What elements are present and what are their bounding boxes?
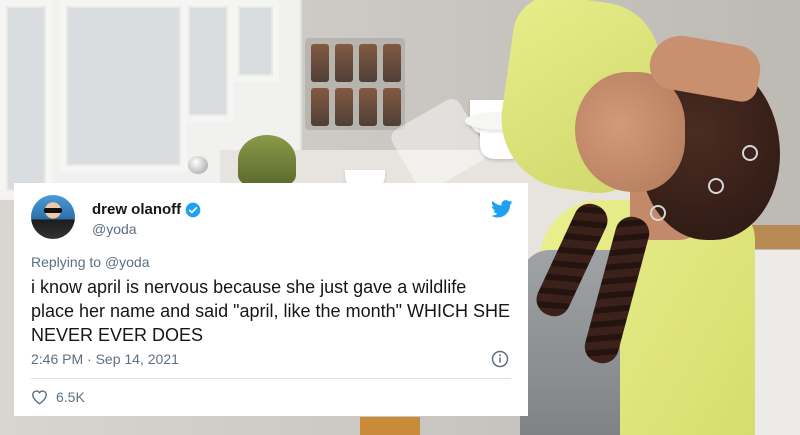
spice-jar [383,44,401,82]
earring [742,145,758,161]
spice-jar [311,44,329,82]
verified-badge-icon [185,202,201,217]
tweet-time[interactable]: 2:46 PM [31,351,83,367]
cabinet-panel [232,0,279,82]
spice-jar [359,44,377,82]
spice-jar [383,88,401,126]
tweet-timestamp[interactable]: 2:46 PM · Sep 14, 2021 [31,351,179,367]
avatar[interactable] [31,195,75,239]
spice-jar [335,44,353,82]
spice-rack [305,38,405,130]
tweet-text: i know april is nervous because she just… [31,277,510,345]
kettle [238,135,296,185]
divider [31,378,511,379]
cabinet-knob [188,156,208,174]
like-count: 6.5K [56,389,85,405]
woman-face [575,72,685,192]
cabinet-panel [0,0,52,197]
earring [650,205,666,221]
heart-icon[interactable] [31,389,48,405]
like-action[interactable]: 6.5K [31,389,85,405]
timestamp-separator: · [87,351,92,367]
info-icon[interactable] [491,350,509,368]
replying-to: Replying to @yoda [31,254,150,270]
replying-mention[interactable]: @yoda [105,254,150,270]
avatar-glasses [44,208,62,213]
twitter-bird-icon[interactable] [491,200,513,218]
spice-jar [335,88,353,126]
earring [708,178,724,194]
spice-jar [311,88,329,126]
cutting-board [360,417,420,435]
display-name-row[interactable]: drew olanoff [92,201,201,218]
cabinet-panel [182,0,234,122]
tweet-card: drew olanoff @yoda Replying to @yoda i k… [14,183,528,416]
display-name[interactable]: drew olanoff [92,201,181,218]
spice-jar [359,88,377,126]
replying-prefix: Replying to [31,254,102,270]
cabinet-panel [60,0,187,172]
tweet-date[interactable]: Sep 14, 2021 [96,351,179,367]
user-handle[interactable]: @yoda [92,221,137,237]
